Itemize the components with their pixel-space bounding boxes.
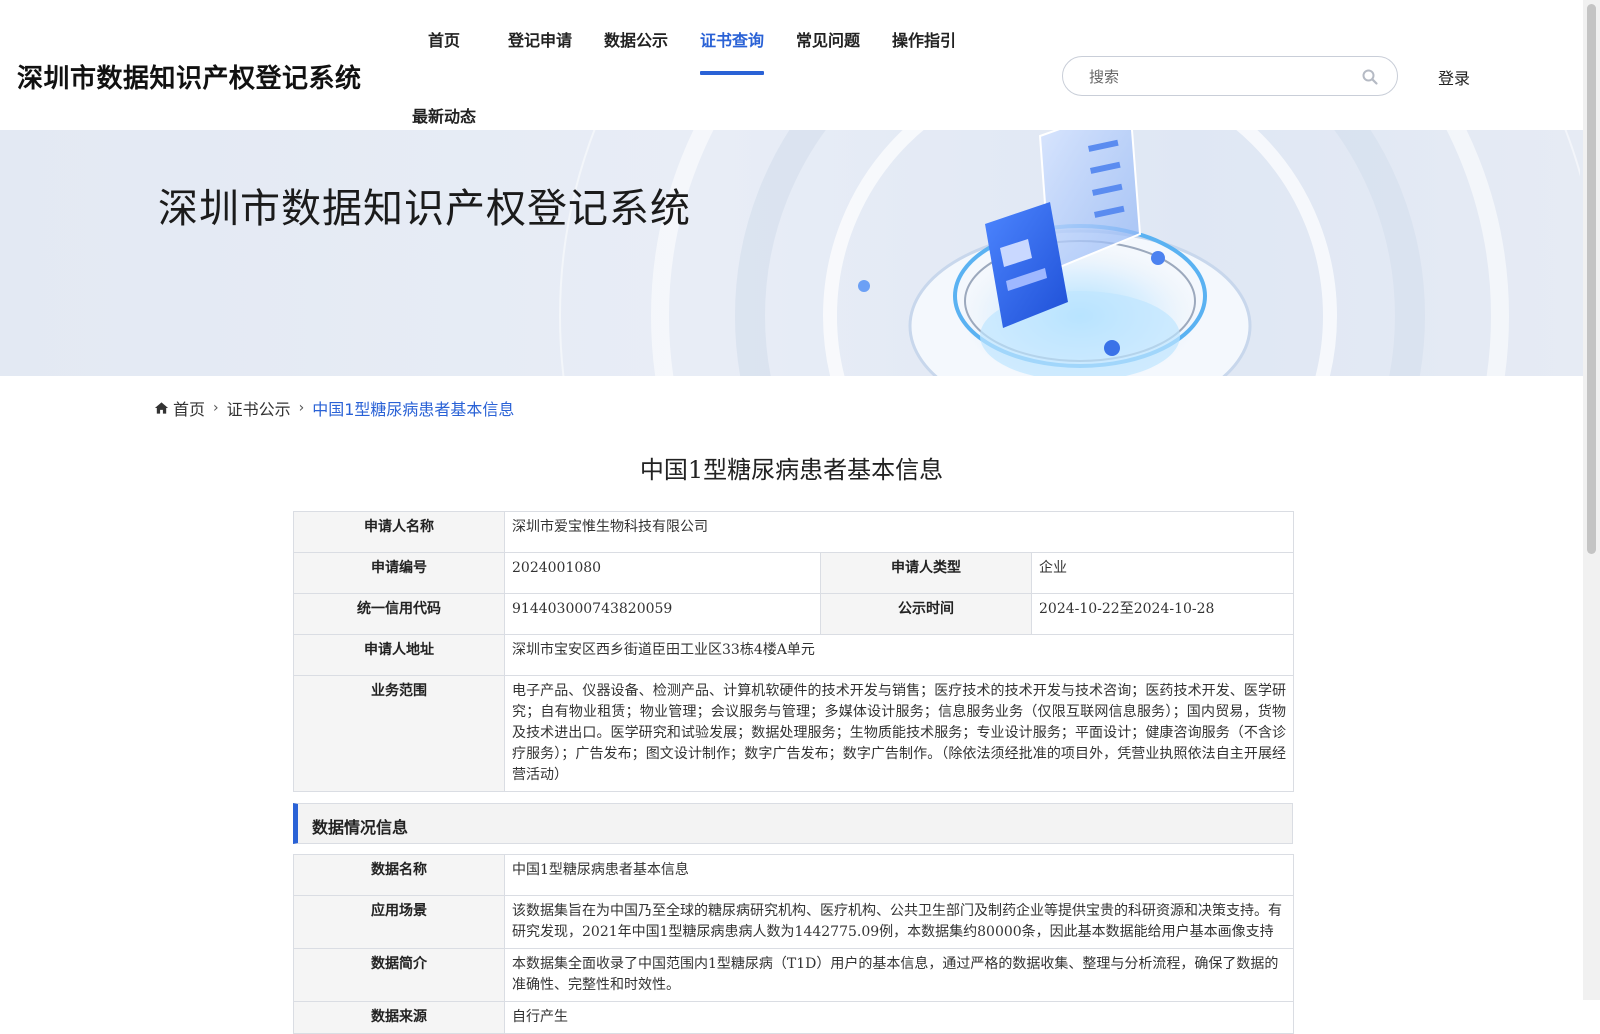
table-row: 数据简介 本数据集全面收录了中国范围内1型糖尿病（T1D）用户的基本信息，通过严… xyxy=(293,948,1294,1002)
nav-certificate-query[interactable]: 证书查询 xyxy=(700,27,764,51)
table-row: 应用场景 该数据集旨在为中国乃至全球的糖尿病研究机构、医疗机构、公共卫生部门及制… xyxy=(293,895,1294,949)
credit-code-value: 914403000743820059 xyxy=(504,593,821,635)
application-scenario-label: 应用场景 xyxy=(293,895,505,949)
data-name-value: 中国1型糖尿病患者基本信息 xyxy=(504,854,1294,896)
nav-register-apply[interactable]: 登记申请 xyxy=(508,27,572,51)
nav-latest-news[interactable]: 最新动态 xyxy=(412,103,476,127)
page-title: 中国1型糖尿病患者基本信息 xyxy=(639,456,944,484)
data-info-table: 数据名称 中国1型糖尿病患者基本信息 应用场景 该数据集旨在为中国乃至全球的糖尿… xyxy=(293,854,1294,1034)
login-link[interactable]: 登录 xyxy=(1438,65,1470,89)
application-number-value: 2024001080 xyxy=(504,552,821,594)
section-title: 数据情况信息 xyxy=(312,818,409,837)
publish-time-label: 公示时间 xyxy=(820,593,1032,635)
data-name-label: 数据名称 xyxy=(293,854,505,896)
breadcrumb: 首页 › 证书公示 › 中国1型糖尿病患者基本信息 xyxy=(154,396,514,420)
page-scrollbar[interactable] xyxy=(1583,0,1600,1000)
table-row: 数据来源 自行产生 xyxy=(293,1001,1294,1034)
business-scope-label: 业务范围 xyxy=(293,675,505,792)
applicant-info-table: 申请人名称 深圳市爱宝惟生物科技有限公司 申请编号 2024001080 申请人… xyxy=(293,511,1295,792)
breadcrumb-current: 中国1型糖尿病患者基本信息 xyxy=(312,400,515,419)
table-row: 申请人地址 深圳市宝安区西乡街道臣田工业区33栋4楼A单元 xyxy=(293,634,1295,676)
data-source-label: 数据来源 xyxy=(293,1001,505,1034)
table-row: 申请人名称 深圳市爱宝惟生物科技有限公司 xyxy=(293,511,1295,553)
banner-title: 深圳市数据知识产权登记系统 xyxy=(158,186,691,232)
search-icon[interactable] xyxy=(1361,68,1379,86)
nav-active-indicator xyxy=(700,71,764,75)
nav-home[interactable]: 首页 xyxy=(428,27,460,51)
credit-code-label: 统一信用代码 xyxy=(293,593,505,635)
data-source-value: 自行产生 xyxy=(504,1001,1294,1034)
scrollbar-thumb[interactable] xyxy=(1587,4,1596,554)
applicant-address-value: 深圳市宝安区西乡街道臣田工业区33栋4楼A单元 xyxy=(503,634,1295,676)
data-intro-value: 本数据集全面收录了中国范围内1型糖尿病（T1D）用户的基本信息，通过严格的数据收… xyxy=(504,948,1294,1002)
application-number-label: 申请编号 xyxy=(293,552,505,594)
applicant-address-label: 申请人地址 xyxy=(293,634,505,676)
table-row: 统一信用代码 914403000743820059 公示时间 2024-10-2… xyxy=(293,593,1295,635)
application-scenario-value: 该数据集旨在为中国乃至全球的糖尿病研究机构、医疗机构、公共卫生部门及制药企业等提… xyxy=(504,895,1294,949)
nav-guide[interactable]: 操作指引 xyxy=(892,27,956,51)
data-intro-label: 数据简介 xyxy=(293,948,505,1002)
table-row: 数据名称 中国1型糖尿病患者基本信息 xyxy=(293,854,1294,896)
table-row: 申请编号 2024001080 申请人类型 企业 xyxy=(293,552,1295,594)
publish-time-value: 2024-10-22至2024-10-28 xyxy=(1030,593,1295,635)
nav-data-publicity[interactable]: 数据公示 xyxy=(604,27,668,51)
breadcrumb-home[interactable]: 首页 xyxy=(173,396,205,420)
chevron-right-icon: › xyxy=(298,400,305,416)
chevron-right-icon: › xyxy=(213,400,219,416)
applicant-type-label: 申请人类型 xyxy=(820,552,1032,594)
applicant-name-value: 深圳市爱宝惟生物科技有限公司 xyxy=(503,511,1295,553)
home-icon xyxy=(154,402,169,414)
applicant-name-label: 申请人名称 xyxy=(293,511,505,553)
search-box[interactable] xyxy=(1062,56,1398,96)
applicant-type-value: 企业 xyxy=(1030,552,1295,594)
business-scope-value: 电子产品、仪器设备、检测产品、计算机软硬件的技术开发与销售；医疗技术的技术开发与… xyxy=(503,675,1295,792)
site-title[interactable]: 深圳市数据知识产权登记系统 xyxy=(17,58,362,95)
site-header: 深圳市数据知识产权登记系统 首页 登记申请 数据公示 证书查询 常见问题 操作指… xyxy=(0,0,1583,130)
data-info-section-header: 数据情况信息 xyxy=(293,803,1293,844)
breadcrumb-certificate-publicity[interactable]: 证书公示 xyxy=(227,396,291,420)
search-input[interactable] xyxy=(1089,66,1349,88)
table-row: 业务范围 电子产品、仪器设备、检测产品、计算机软硬件的技术开发与销售；医疗技术的… xyxy=(293,675,1295,792)
nav-faq[interactable]: 常见问题 xyxy=(796,27,860,51)
